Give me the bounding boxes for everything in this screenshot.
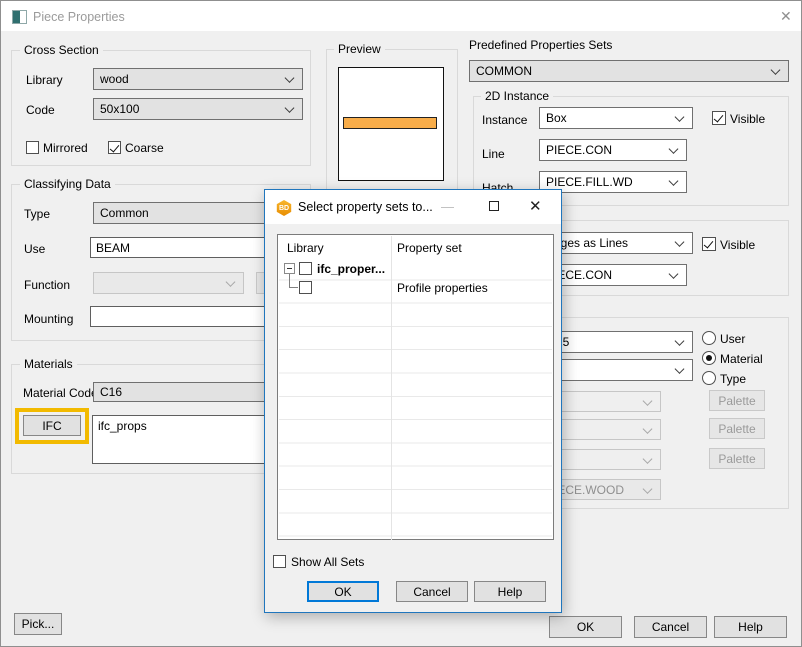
- mirrored-checkbox[interactable]: [26, 141, 39, 154]
- library-select[interactable]: wood: [93, 68, 303, 90]
- predefined-sets-label: Predefined Properties Sets: [469, 38, 612, 52]
- type-radio-label: Type: [720, 372, 746, 386]
- chevron-down-icon: [669, 176, 679, 186]
- code-value: 50x100: [100, 102, 139, 116]
- tree-root-label[interactable]: ifc_proper...: [317, 262, 385, 276]
- show-all-sets-label: Show All Sets: [291, 555, 364, 569]
- type-label: Type: [24, 207, 50, 221]
- chevron-down-icon: [675, 364, 685, 374]
- chevron-down-icon: [643, 454, 653, 464]
- tree-collapse-icon[interactable]: [284, 263, 295, 274]
- coarse-checkbox[interactable]: [108, 141, 121, 154]
- use-label: Use: [24, 242, 45, 256]
- ifc-button[interactable]: IFC: [23, 415, 81, 436]
- pen-extra-select[interactable]: [539, 359, 693, 381]
- tree-connector-vertical: [289, 274, 290, 288]
- maximize-icon[interactable]: [489, 201, 499, 211]
- material-code-value: C16: [100, 385, 122, 399]
- code-label: Code: [26, 103, 55, 117]
- window-title: Piece Properties: [33, 10, 125, 24]
- instance-select[interactable]: Box: [539, 107, 693, 129]
- chevron-down-icon: [643, 396, 653, 406]
- chevron-down-icon: [669, 144, 679, 154]
- ok-button[interactable]: OK: [549, 616, 622, 638]
- chevron-down-icon: [285, 103, 295, 113]
- chevron-down-icon: [675, 112, 685, 122]
- mirrored-label: Mirrored: [43, 141, 88, 155]
- user-radio[interactable]: [702, 331, 716, 345]
- instance-label: Instance: [482, 113, 527, 127]
- function-label: Function: [24, 278, 70, 292]
- dialog-title: Select property sets to...: [298, 200, 433, 214]
- function-select: [93, 272, 244, 294]
- visible-2d-label: Visible: [730, 112, 765, 126]
- select-property-sets-dialog: BD Select property sets to... — ✕ Librar…: [264, 189, 562, 613]
- property-sets-table[interactable]: Library Property set ifc_proper... Profi…: [277, 234, 554, 540]
- user-radio-label: User: [720, 332, 745, 346]
- close-icon[interactable]: ✕: [529, 197, 542, 215]
- palette-button-1: Palette: [709, 390, 765, 411]
- preview-piece-bar: [343, 117, 437, 129]
- column-divider: [391, 236, 392, 540]
- material-code-label: Material Code: [23, 386, 98, 400]
- representation-select[interactable]: Edges as Lines: [539, 232, 693, 254]
- line-select[interactable]: PIECE.CON: [539, 139, 687, 161]
- instance-2d-title: 2D Instance: [481, 90, 553, 102]
- cross-section-title: Cross Section: [20, 44, 103, 56]
- tree-root-checkbox[interactable]: [299, 262, 312, 275]
- dialog-help-button[interactable]: Help: [474, 581, 546, 602]
- chevron-down-icon: [669, 269, 679, 279]
- predefined-sets-value: COMMON: [476, 64, 532, 78]
- chevron-down-icon: [226, 277, 236, 287]
- pick-button[interactable]: Pick...: [14, 613, 62, 635]
- visible-3d-label: Visible: [720, 238, 755, 252]
- pen-select[interactable]: 0.25: [539, 331, 693, 353]
- palette-button-3: Palette: [709, 448, 765, 469]
- code-select[interactable]: 50x100: [93, 98, 303, 120]
- column-header-library: Library: [287, 241, 324, 255]
- line-value: PIECE.CON: [546, 143, 612, 157]
- dialog-cancel-button[interactable]: Cancel: [396, 581, 468, 602]
- predefined-sets-select[interactable]: COMMON: [469, 60, 789, 82]
- chevron-down-icon: [675, 336, 685, 346]
- classifying-title: Classifying Data: [20, 178, 115, 190]
- materials-title: Materials: [20, 358, 77, 370]
- preview-title: Preview: [334, 43, 385, 55]
- chevron-down-icon: [643, 424, 653, 434]
- palette-button-2: Palette: [709, 418, 765, 439]
- cancel-button[interactable]: Cancel: [634, 616, 707, 638]
- library-label: Library: [26, 73, 63, 87]
- tree-connector-horizontal: [290, 287, 298, 288]
- help-button[interactable]: Help: [714, 616, 787, 638]
- instance-value: Box: [546, 111, 567, 125]
- app-icon: [12, 10, 27, 24]
- chevron-down-icon: [675, 237, 685, 247]
- column-header-property-set: Property set: [397, 241, 462, 255]
- line-label: Line: [482, 147, 505, 161]
- tree-child-checkbox[interactable]: [299, 281, 312, 294]
- visible-3d-checkbox[interactable]: [702, 237, 716, 251]
- mounting-label: Mounting: [24, 312, 73, 326]
- chevron-down-icon: [771, 65, 781, 75]
- visible-2d-checkbox[interactable]: [712, 111, 726, 125]
- hatch-value: PIECE.FILL.WD: [546, 175, 633, 189]
- ifc-props-value: ifc_props: [98, 419, 147, 433]
- minimize-icon[interactable]: —: [441, 199, 454, 214]
- material-radio[interactable]: [702, 351, 716, 365]
- show-all-sets-checkbox[interactable]: [273, 555, 286, 568]
- piece-properties-window: Piece Properties ✕ Cross Section Library…: [0, 0, 802, 647]
- type-value: Common: [100, 206, 149, 220]
- tree-child-property-set[interactable]: Profile properties: [397, 281, 488, 295]
- material-radio-label: Material: [720, 352, 763, 366]
- dialog-ok-button[interactable]: OK: [307, 581, 379, 602]
- table-rows-background: [279, 257, 552, 539]
- coarse-label: Coarse: [125, 141, 164, 155]
- type-radio[interactable]: [702, 371, 716, 385]
- chevron-down-icon: [285, 73, 295, 83]
- chevron-down-icon: [643, 484, 653, 494]
- use-value: BEAM: [96, 241, 130, 255]
- library-value: wood: [100, 72, 129, 86]
- close-icon[interactable]: ✕: [780, 9, 792, 23]
